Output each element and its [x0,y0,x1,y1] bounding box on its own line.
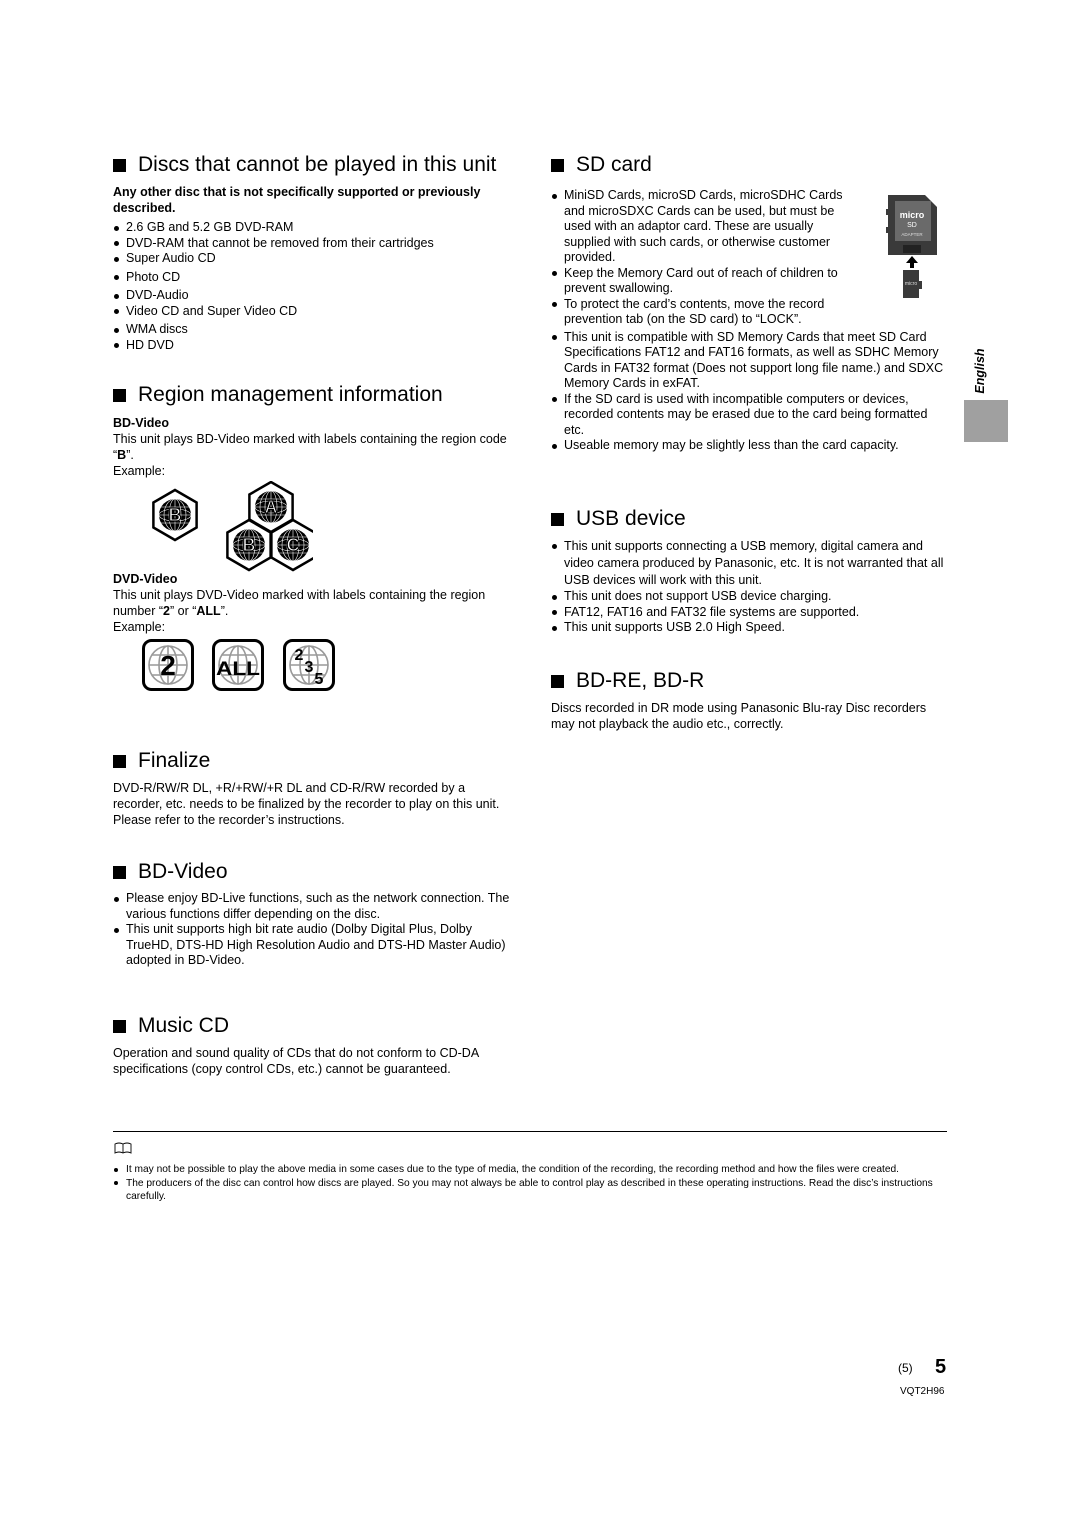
list-item: WMA discs [113,322,513,338]
section-intro: Any other disc that is not specifically … [113,185,481,215]
list-item: This unit supports connecting a USB memo… [551,538,946,589]
document-code: VQT2H96 [900,1386,945,1397]
bd-video-list: Please enjoy BD-Live functions, such as … [113,891,513,969]
arrow-up-icon [906,256,918,268]
bd-region-b-logo: B [152,488,198,542]
list-item: This unit supports USB 2.0 High Speed. [551,620,946,636]
svg-text:ADAPTER: ADAPTER [901,232,923,237]
section-title: BD-RE, BD-R [551,668,946,694]
unsupported-discs-list: 2.6 GB and 5.2 GB DVD-RAM DVD-RAM that c… [113,220,513,353]
section-finalize: Finalize DVD-R/RW/R DL, +R/+RW/+R DL and… [113,748,513,828]
bd-region-logos: B A B C [113,479,513,579]
notes-divider [113,1131,947,1132]
list-item: Keep the Memory Card out of reach of chi… [551,266,861,297]
dvd-region-logos: 2 ALL 2 3 5 [113,635,513,695]
notes-section: It may not be possible to play the above… [113,1163,947,1204]
svg-text:A: A [265,497,278,517]
list-item: This unit supports high bit rate audio (… [113,922,513,969]
section-region-management: Region management information BD-Video T… [113,382,513,695]
svg-text:C: C [287,535,300,555]
dvd-region-multi-logo: 2 3 5 [283,639,335,691]
square-bullet-icon [113,388,126,402]
square-bullet-icon [113,1019,126,1033]
section-music-cd: Music CD Operation and sound quality of … [113,1013,513,1077]
list-item: FAT12, FAT16 and FAT32 file systems are … [551,605,946,621]
section-title: SD card [551,152,946,178]
section-title: Region management information [113,382,513,408]
music-cd-text: Operation and sound quality of CDs that … [113,1046,479,1076]
square-bullet-icon [551,512,564,526]
svg-text:micro: micro [905,281,917,287]
sd-adapter-icon: micro SD ADAPTER [886,195,937,255]
list-item: Video CD and Super Video CD [113,304,513,320]
section-usb-device: USB device This unit supports connecting… [551,506,946,636]
square-bullet-icon [551,158,564,172]
svg-text:ALL: ALL [216,659,260,680]
language-tab-label: English [973,347,987,394]
list-item: To protect the card’s contents, move the… [551,297,861,328]
bd-re-text: Discs recorded in DR mode using Panasoni… [551,701,927,731]
section-title: USB device [551,506,946,532]
svg-text:3: 3 [305,659,314,676]
square-bullet-icon [113,754,126,768]
list-item: Please enjoy BD-Live functions, such as … [113,891,513,922]
list-item: This unit does not support USB device ch… [551,589,946,605]
dvd-region-text: This unit plays DVD-Video marked with la… [113,588,486,618]
list-item: 2.6 GB and 5.2 GB DVD-RAM [113,220,513,236]
square-bullet-icon [113,865,126,879]
book-icon [114,1141,132,1159]
bd-video-heading: BD-Video [113,416,170,430]
svg-text:5: 5 [315,671,324,688]
section-discs-not-playable: Discs that cannot be played in this unit… [113,152,513,353]
microsd-adapter-illustration: micro SD ADAPTER micro [885,193,940,308]
list-item: This unit is compatible with SD Memory C… [551,330,946,392]
list-item: Useable memory may be slightly less than… [551,438,946,454]
section-title: Discs that cannot be played in this unit [113,152,513,178]
usb-list: This unit supports connecting a USB memo… [551,538,946,589]
svg-text:B: B [243,535,256,555]
section-title: BD-Video [113,859,513,885]
section-title: Finalize [113,748,513,774]
square-bullet-icon [113,158,126,172]
section-title: Music CD [113,1013,513,1039]
example-label: Example: [113,464,166,478]
finalize-text: DVD-R/RW/R DL, +R/+RW/+R DL and CD-R/RW … [113,781,500,827]
note-item: The producers of the disc can control ho… [113,1177,947,1204]
svg-text:micro: micro [900,210,925,220]
list-item: HD DVD [113,338,513,354]
dvd-region-all-logo: ALL [212,639,264,691]
list-item: DVD-Audio [113,288,513,304]
bd-region-b-logo: B [226,518,272,572]
section-bd-video: BD-Video Please enjoy BD-Live functions,… [113,859,513,969]
list-item: MiniSD Cards, microSD Cards, microSDHC C… [551,188,861,266]
page-number-paren: (5) [898,1361,913,1375]
example-label: Example: [113,620,166,634]
bd-region-text: This unit plays BD-Video marked with lab… [113,432,507,462]
microsd-card-icon: micro [903,270,922,298]
bd-region-c-logo: C [270,518,313,572]
note-item: It may not be possible to play the above… [113,1163,947,1177]
svg-text:2: 2 [295,647,304,664]
list-item: Super Audio CD [113,251,513,267]
section-bd-re-bd-r: BD-RE, BD-R Discs recorded in DR mode us… [551,668,946,732]
svg-text:2: 2 [160,650,176,681]
svg-text:B: B [169,505,182,525]
language-tab-marker [964,400,1008,442]
svg-text:SD: SD [907,222,917,229]
usb-list-continued: This unit does not support USB device ch… [551,589,946,636]
dvd-region-2-logo: 2 [142,639,194,691]
notes-list: It may not be possible to play the above… [113,1163,947,1204]
page-number: 5 [935,1356,947,1378]
list-item: DVD-RAM that cannot be removed from thei… [113,236,513,252]
square-bullet-icon [551,674,564,688]
list-item: If the SD card is used with incompatible… [551,392,946,439]
list-item: Photo CD [113,270,513,286]
